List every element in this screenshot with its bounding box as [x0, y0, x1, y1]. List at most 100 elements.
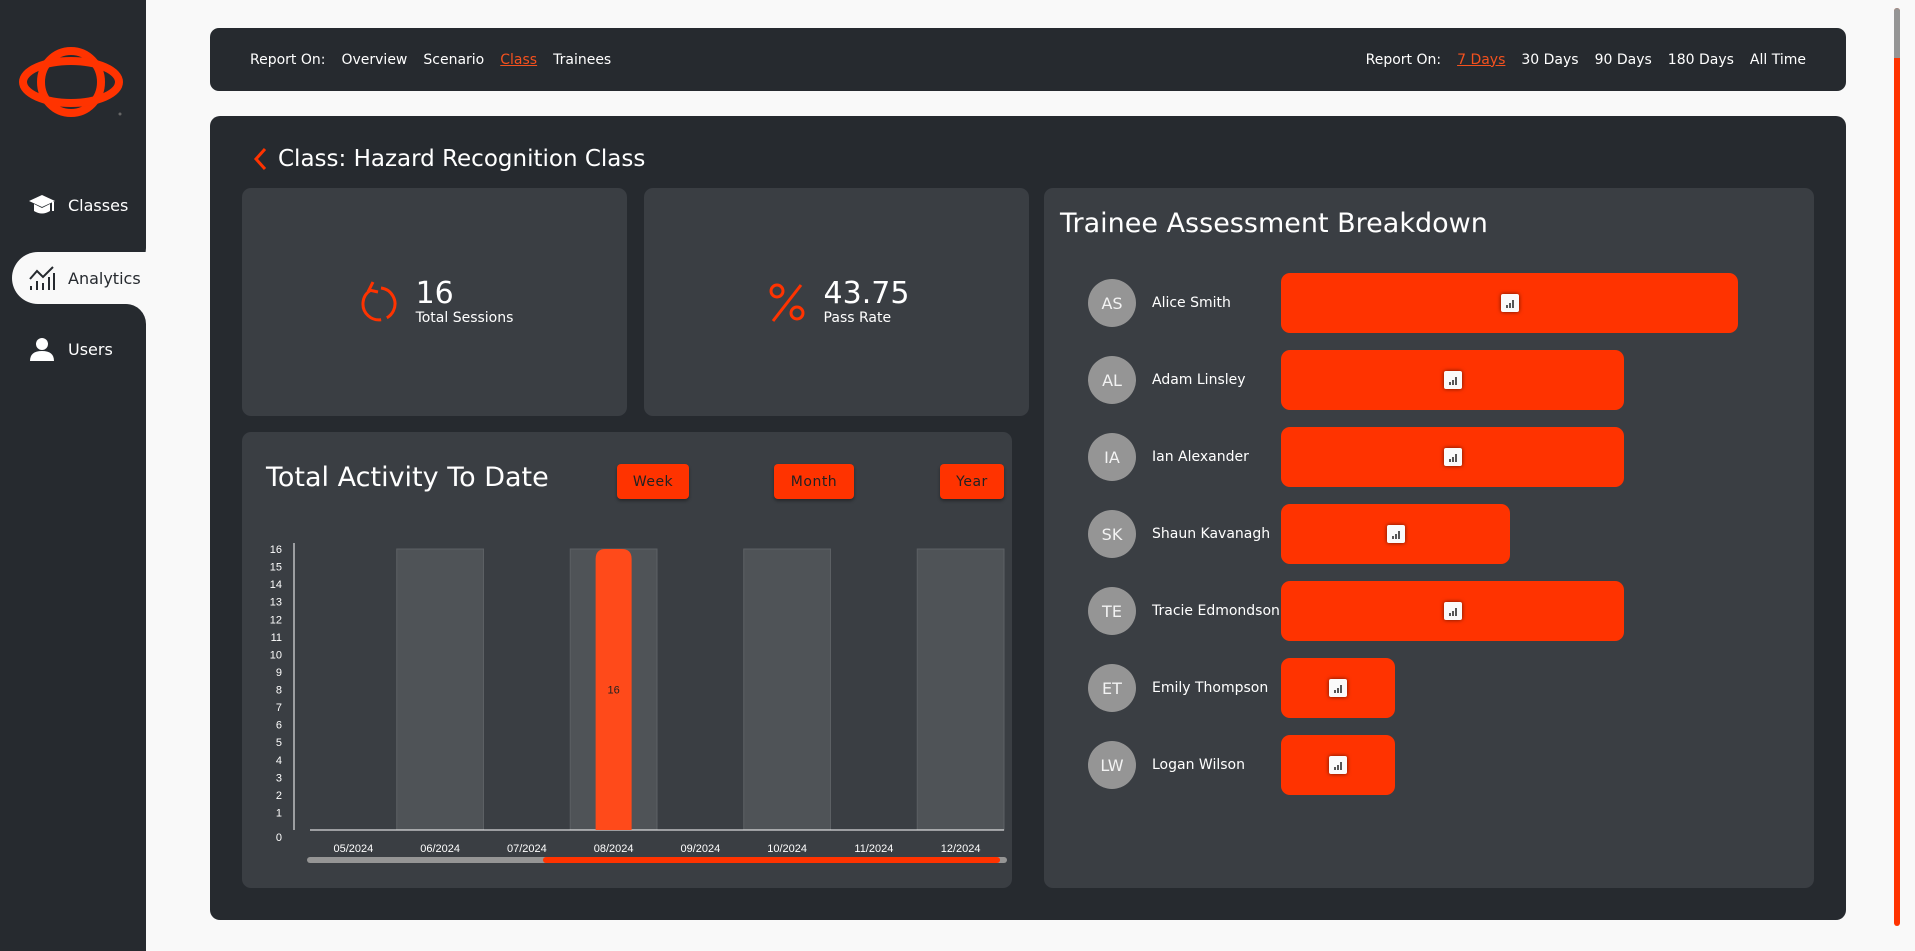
time-range-group: Report On: 7 Days 30 Days 90 Days 180 Da… — [1366, 52, 1806, 68]
x-tick-label: 10/2024 — [767, 843, 807, 855]
trainee-name: Emily Thompson — [1152, 680, 1269, 696]
y-tick-label: 14 — [270, 579, 282, 591]
page-scrollbar[interactable] — [1894, 8, 1900, 926]
trainee-name: Ian Alexander — [1152, 449, 1249, 465]
activity-chart-card: Total Activity To Date Week Month Year 0… — [242, 432, 1012, 888]
y-tick-label: 13 — [270, 597, 282, 609]
sidebar-item-users[interactable]: Users — [0, 323, 146, 375]
trainee-score-bar[interactable] — [1281, 350, 1624, 410]
chevron-left-icon[interactable] — [252, 147, 270, 171]
y-tick-label: 5 — [276, 737, 282, 749]
stat-text: 43.75 Pass Rate — [823, 276, 910, 327]
chart-band — [743, 548, 831, 831]
refresh-icon — [356, 279, 402, 325]
time-range-7-days[interactable]: 7 Days — [1457, 52, 1505, 68]
x-tick-label: 09/2024 — [680, 843, 720, 855]
trainee-score-bar[interactable] — [1281, 427, 1624, 487]
y-tick-label: 12 — [270, 614, 282, 626]
y-tick-label: 8 — [276, 685, 282, 697]
trainee-row: IA Ian Alexander — [1088, 427, 1624, 487]
y-tick-label: 4 — [276, 755, 282, 767]
report-type-scenario[interactable]: Scenario — [423, 52, 484, 68]
y-tick-label: 2 — [276, 790, 282, 802]
trainee-score-bar[interactable] — [1281, 735, 1395, 795]
total-sessions-card: 16 Total Sessions — [242, 188, 627, 416]
brand-logo[interactable] — [18, 46, 124, 118]
trainee-row: AL Adam Linsley — [1088, 350, 1624, 410]
activity-bar-chart: 0123456789101112131415161605/2024 06/2024… — [270, 543, 1007, 863]
bar-chart-report-icon[interactable] — [1443, 371, 1462, 389]
y-tick-label: 15 — [270, 562, 282, 574]
avatar: AS — [1088, 279, 1136, 327]
chart-band — [916, 548, 1005, 831]
page-title-text: Class: Hazard Recognition Class — [278, 146, 646, 172]
chart-band — [396, 548, 484, 831]
graduation-cap-icon — [28, 191, 56, 219]
avatar: ET — [1088, 664, 1136, 712]
time-range-180-days[interactable]: 180 Days — [1668, 52, 1734, 68]
bar-chart-report-icon[interactable] — [1500, 294, 1519, 312]
trainee-name: Adam Linsley — [1152, 372, 1246, 388]
avatar: SK — [1088, 510, 1136, 558]
bar-data-label: 16 — [608, 685, 620, 697]
y-tick-label: 6 — [276, 720, 282, 732]
y-tick-label: 9 — [276, 667, 282, 679]
user-icon — [28, 335, 56, 363]
avatar: AL — [1088, 356, 1136, 404]
page-scrollbar-thumb[interactable] — [1894, 8, 1900, 58]
y-tick-label: 10 — [270, 649, 282, 661]
trainee-breakdown-card: Trainee Assessment Breakdown AS Alice Smi… — [1044, 188, 1814, 888]
y-tick-label: 11 — [271, 632, 282, 644]
total-sessions-value: 16 — [415, 276, 454, 311]
sidebar-item-label: Users — [68, 339, 113, 359]
pass-rate-label: Pass Rate — [823, 310, 892, 326]
bar-chart-report-icon[interactable] — [1386, 525, 1405, 543]
time-range-label: Report On: — [1365, 51, 1442, 68]
report-type-trainees[interactable]: Trainees — [553, 52, 611, 68]
x-tick-label: 06/2024 — [420, 843, 460, 855]
trainee-row: AS Alice Smith — [1088, 273, 1738, 333]
x-tick-label: 07/2024 — [507, 843, 547, 855]
sidebar-item-label: Analytics — [68, 268, 141, 288]
main-panel: Class: Hazard Recognition Class 16 Total… — [210, 116, 1846, 920]
avatar: TE — [1088, 587, 1136, 635]
x-tick-label: 05/2024 — [333, 843, 373, 855]
bar-chart-report-icon[interactable] — [1329, 679, 1347, 697]
time-range-90-days[interactable]: 90 Days — [1595, 52, 1652, 68]
trainee-score-bar[interactable] — [1281, 658, 1395, 718]
report-filter-bar: Report On: Overview Scenario Class Train… — [210, 28, 1846, 91]
report-type-overview[interactable]: Overview — [341, 52, 407, 68]
sidebar-item-label: Classes — [68, 195, 129, 215]
y-tick-label: 3 — [276, 772, 282, 784]
sidebar-item-analytics[interactable]: Analytics — [12, 252, 146, 304]
stat-text: 16 Total Sessions — [415, 276, 514, 327]
bar-chart-report-icon[interactable] — [1329, 756, 1347, 774]
report-type-class[interactable]: Class — [500, 52, 537, 68]
percent-icon — [764, 279, 810, 325]
nav-corner-decoration — [120, 304, 146, 324]
sidebar-item-classes[interactable]: Classes — [0, 179, 146, 231]
trainee-score-bar[interactable] — [1281, 273, 1738, 333]
trainee-row: ET Emily Thompson — [1088, 658, 1395, 718]
report-on-label: Report On: — [250, 51, 326, 68]
y-tick-label: 1 — [276, 807, 282, 819]
page-title: Class: Hazard Recognition Class — [252, 146, 645, 172]
trainee-name: Alice Smith — [1152, 295, 1231, 311]
pass-rate-value: 43.75 — [823, 276, 910, 311]
trainee-score-bar[interactable] — [1281, 581, 1624, 641]
analytics-chart-icon — [28, 264, 56, 292]
brand-logo-icon — [19, 47, 123, 117]
pass-rate-card: 43.75 Pass Rate — [644, 188, 1029, 416]
bar-chart-report-icon[interactable] — [1443, 602, 1462, 620]
trainee-score-bar[interactable] — [1281, 504, 1510, 564]
y-tick-label: 0 — [276, 832, 282, 844]
avatar: LW — [1088, 741, 1136, 789]
trainee-row: SK Shaun Kavanagh — [1088, 504, 1510, 564]
time-range-all-time[interactable]: All Time — [1750, 52, 1806, 68]
bar-chart-report-icon[interactable] — [1443, 448, 1462, 466]
report-type-group: Report On: Overview Scenario Class Train… — [250, 52, 611, 68]
time-range-30-days[interactable]: 30 Days — [1521, 52, 1578, 68]
trainee-row: LW Logan Wilson — [1088, 735, 1395, 795]
trainee-breakdown-title: Trainee Assessment Breakdown — [1060, 208, 1488, 239]
y-tick-label: 16 — [270, 544, 282, 556]
